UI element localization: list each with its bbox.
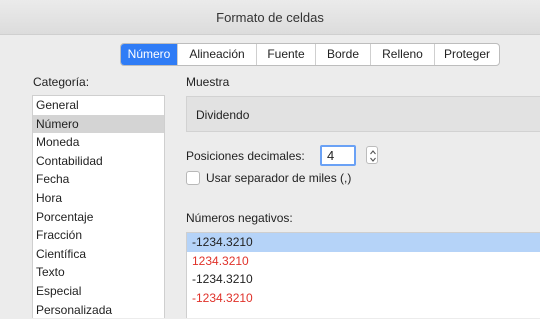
category-item-cientifica[interactable]: Científica [33,245,164,264]
category-item-personalizada[interactable]: Personalizada [33,301,164,319]
decimals-stepper[interactable] [366,146,378,164]
sample-value: Dividendo [196,108,250,122]
category-label: Categoría: [33,75,90,89]
negative-format-item[interactable]: -1234.3210 [187,289,540,308]
category-item-texto[interactable]: Texto [33,263,164,282]
sample-preview: Dividendo [186,96,540,132]
thousands-separator-checkbox[interactable] [186,171,200,185]
decimals-label: Posiciones decimales: [186,149,305,163]
negative-format-item[interactable]: -1234.3210 [187,270,540,289]
negatives-list[interactable]: -1234.3210 1234.3210 -1234.3210 -1234.32… [186,232,540,318]
thousands-separator-label[interactable]: Usar separador de miles (,) [206,171,351,185]
category-item-contabilidad[interactable]: Contabilidad [33,152,164,171]
negative-format-item[interactable]: -1234.3210 [187,233,540,252]
category-item-general[interactable]: General [33,96,164,115]
decimals-input[interactable]: 4 [320,145,356,166]
thousands-separator-row: Usar separador de miles (,) [186,171,351,185]
category-item-numero[interactable]: Número [33,114,164,134]
tab-numero[interactable]: Número [121,44,178,65]
title-bar: Formato de celdas [0,0,540,35]
negative-format-item[interactable]: 1234.3210 [187,252,540,271]
category-item-moneda[interactable]: Moneda [33,133,164,152]
tab-relleno[interactable]: Relleno [371,44,435,65]
tab-proteger[interactable]: Proteger [435,44,499,65]
tab-bar: Número Alineación Fuente Borde Relleno P… [120,43,500,66]
category-item-fecha[interactable]: Fecha [33,170,164,189]
sample-label: Muestra [186,75,230,89]
window-title: Formato de celdas [216,9,324,25]
tab-alineacion[interactable]: Alineación [178,44,257,65]
category-item-especial[interactable]: Especial [33,282,164,301]
category-list[interactable]: General Número Moneda Contabilidad Fecha… [32,95,165,318]
negatives-label: Números negativos: [186,211,293,225]
stepper-arrows-icon [370,150,376,162]
tab-borde[interactable]: Borde [316,44,371,65]
category-item-fraccion[interactable]: Fracción [33,226,164,245]
category-item-porcentaje[interactable]: Porcentaje [33,208,164,227]
tab-fuente[interactable]: Fuente [257,44,316,65]
category-item-hora[interactable]: Hora [33,189,164,208]
